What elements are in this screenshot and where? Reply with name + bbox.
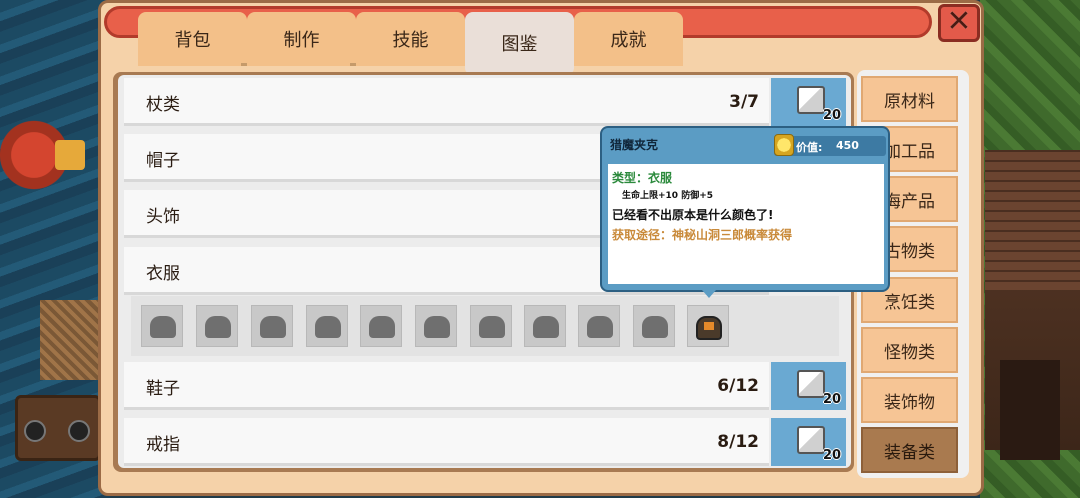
list-item-shoes[interactable]: 鞋子 6/12 xyxy=(124,362,769,410)
item-source: 获取途径：神秘山洞三郎概率获得 xyxy=(612,228,793,242)
row-count: 6/12 xyxy=(717,376,759,396)
row-label: 衣服 xyxy=(146,263,180,284)
row-count: 8/12 xyxy=(717,432,759,452)
row-label: 戒指 xyxy=(146,434,180,455)
item-slot-locked[interactable] xyxy=(306,305,348,347)
category-label: 怪物类 xyxy=(884,342,935,363)
close-button[interactable]: ✕ xyxy=(938,4,980,42)
item-slot-locked[interactable] xyxy=(633,305,675,347)
tab-achievements[interactable]: 成就 xyxy=(574,12,683,66)
value-label: 价值: xyxy=(796,141,823,154)
row-label: 头饰 xyxy=(146,206,180,227)
clothes-silhouette-icon xyxy=(479,316,505,338)
house-roof xyxy=(985,150,1080,290)
value-amount: 450 xyxy=(836,139,859,152)
list-item-rings[interactable]: 戒指 8/12 xyxy=(124,418,769,466)
clothes-silhouette-icon xyxy=(424,316,450,338)
clothes-silhouette-icon xyxy=(533,316,559,338)
item-slot-locked[interactable] xyxy=(578,305,620,347)
tooltip-body: 类型：衣服 生命上限+10 防御+5 已经看不出原本是什么颜色了! 获取途径：神… xyxy=(608,164,884,284)
clothes-silhouette-icon xyxy=(369,316,395,338)
radio-decoration xyxy=(15,395,101,461)
category-label: 加工品 xyxy=(884,141,935,162)
category-label: 装备类 xyxy=(884,442,935,463)
tab-label: 技能 xyxy=(392,30,429,51)
tab-crafting[interactable]: 制作 xyxy=(247,12,356,66)
row-label: 杖类 xyxy=(146,94,180,115)
item-slot-owned[interactable] xyxy=(687,305,729,347)
row-count: 3/7 xyxy=(729,92,759,112)
clothes-silhouette-icon xyxy=(260,316,286,338)
reward-amount: 20 xyxy=(823,108,842,123)
item-slot-locked[interactable] xyxy=(141,305,183,347)
item-type: 类型：衣服 xyxy=(612,171,673,185)
dragon-head xyxy=(55,140,85,170)
row-label: 帽子 xyxy=(146,150,180,171)
row-label: 鞋子 xyxy=(146,378,180,399)
tab-skills[interactable]: 技能 xyxy=(356,12,465,66)
item-slot-locked[interactable] xyxy=(251,305,293,347)
tab-label: 背包 xyxy=(174,30,211,51)
item-value: 价值: 450 xyxy=(774,134,886,156)
item-slot-locked[interactable] xyxy=(470,305,512,347)
category-label: 烹饪类 xyxy=(884,292,935,313)
clothes-silhouette-icon xyxy=(642,316,668,338)
category-decorations[interactable]: 装饰物 xyxy=(861,377,958,423)
crystal-cube-icon xyxy=(797,86,825,114)
reward-button[interactable]: 20 xyxy=(771,418,846,466)
tab-label: 成就 xyxy=(610,30,647,51)
reward-amount: 20 xyxy=(823,448,842,463)
clothes-silhouette-icon xyxy=(587,316,613,338)
item-slot-locked[interactable] xyxy=(524,305,566,347)
reward-amount: 20 xyxy=(823,392,842,407)
item-stats: 生命上限+10 防御+5 xyxy=(622,191,714,201)
tooltip-item-name: 猎魔夹克 xyxy=(610,138,659,152)
house-door xyxy=(1000,360,1060,460)
category-label: 原材料 xyxy=(884,91,935,112)
reward-button[interactable]: 20 xyxy=(771,362,846,410)
item-description: 已经看不出原本是什么颜色了! xyxy=(612,208,774,222)
crystal-cube-icon xyxy=(797,370,825,398)
category-monsters[interactable]: 怪物类 xyxy=(861,327,958,373)
item-slot-locked[interactable] xyxy=(415,305,457,347)
tab-backpack[interactable]: 背包 xyxy=(138,12,247,66)
tab-label: 制作 xyxy=(283,30,320,51)
item-slot-locked[interactable] xyxy=(196,305,238,347)
item-tooltip: 猎魔夹克 价值: 450 类型：衣服 生命上限+10 防御+5 已经看不出原本是… xyxy=(600,126,890,298)
crystal-cube-icon xyxy=(797,426,825,454)
clothes-silhouette-icon xyxy=(205,316,231,338)
close-icon: ✕ xyxy=(946,4,972,39)
reward-button[interactable]: 20 xyxy=(771,78,846,126)
clothes-silhouette-icon xyxy=(315,316,341,338)
category-raw-materials[interactable]: 原材料 xyxy=(861,76,958,122)
item-slot-locked[interactable] xyxy=(360,305,402,347)
tab-label: 图鉴 xyxy=(501,34,538,55)
category-label: 古物类 xyxy=(884,241,935,262)
category-label: 装饰物 xyxy=(884,392,935,413)
gold-coin-icon xyxy=(774,134,794,156)
category-equipment[interactable]: 装备类 xyxy=(861,427,958,473)
tooltip-pointer xyxy=(702,290,716,298)
jacket-icon xyxy=(696,316,722,340)
category-label: 海产品 xyxy=(884,191,935,212)
tab-collection[interactable]: 图鉴 xyxy=(465,12,574,80)
list-item-staffs[interactable]: 杖类 3/7 xyxy=(124,78,769,126)
tab-bar: 背包 制作 技能 图鉴 成就 xyxy=(138,12,683,80)
clothes-silhouette-icon xyxy=(150,316,176,338)
